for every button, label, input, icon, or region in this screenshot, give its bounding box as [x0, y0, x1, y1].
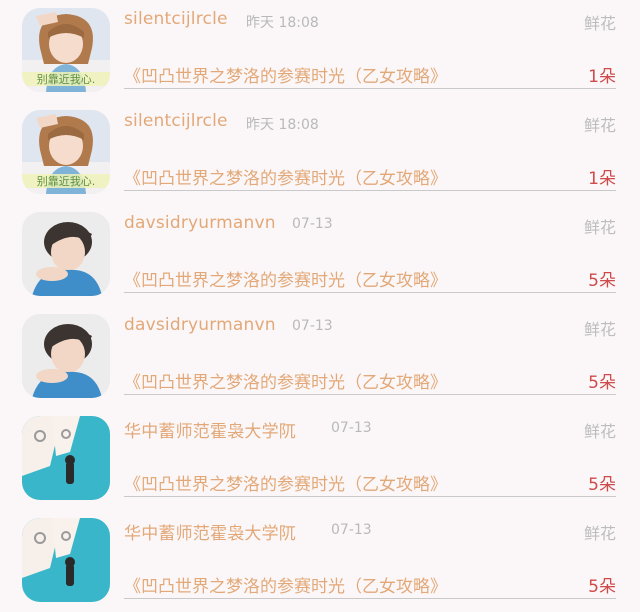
list-item[interactable]: davsidryurmanvn 07-13 鲜花 《凹凸世界之梦洛的参赛时光（乙… — [0, 204, 640, 306]
list-item[interactable]: davsidryurmanvn 07-13 鲜花 《凹凸世界之梦洛的参赛时光（乙… — [0, 306, 640, 408]
gift-count: 5朵 — [588, 271, 616, 291]
book-title-link[interactable]: 《凹凸世界之梦洛的参赛时光（乙女攻略》 — [124, 266, 447, 291]
gift-type-label: 鲜花 — [583, 524, 616, 543]
avatar-girl-image: 别靠近我心. — [22, 8, 110, 92]
timestamp: 07-13 — [331, 420, 372, 436]
username[interactable]: davsidryurmanvn — [124, 315, 276, 335]
divider — [124, 394, 616, 395]
list-item[interactable]: 别靠近我心. silentcijlrcle 昨天 18:08 鲜花 《凹凸世界之… — [0, 102, 640, 204]
timestamp: 昨天 18:08 — [246, 15, 319, 31]
divider — [124, 88, 616, 89]
avatar-hands-image — [22, 416, 110, 500]
username[interactable]: 华中蓄师范霍袅大学阢 — [124, 519, 296, 544]
timestamp: 07-13 — [292, 216, 333, 232]
avatar-sign-text: 别靠近我心. — [37, 72, 96, 86]
divider — [124, 598, 616, 599]
book-title-link[interactable]: 《凹凸世界之梦洛的参赛时光（乙女攻略》 — [124, 368, 447, 393]
gift-type-label: 鲜花 — [583, 14, 616, 33]
gift-count: 5朵 — [588, 577, 616, 597]
gift-count: 5朵 — [588, 373, 616, 393]
gift-type-label: 鲜花 — [583, 422, 616, 441]
divider — [124, 190, 616, 191]
username[interactable]: silentcijlrcle — [124, 111, 228, 131]
avatar[interactable] — [22, 212, 110, 296]
book-title-link[interactable]: 《凹凸世界之梦洛的参赛时光（乙女攻略》 — [124, 470, 447, 495]
gift-count: 5朵 — [588, 475, 616, 495]
username[interactable]: 华中蓄师范霍袅大学阢 — [124, 417, 296, 442]
avatar-boy-image — [22, 212, 110, 296]
list-item[interactable]: 别靠近我心. silentcijlrcle 昨天 18:08 鲜花 《凹凸世界之… — [0, 0, 640, 102]
list-item[interactable]: 华中蓄师范霍袅大学阢 07-13 鲜花 《凹凸世界之梦洛的参赛时光（乙女攻略》 … — [0, 510, 640, 612]
gift-count: 1朵 — [588, 67, 616, 87]
gift-count: 1朵 — [588, 169, 616, 189]
avatar-girl-image: 别靠近我心. — [22, 110, 110, 194]
divider — [124, 292, 616, 293]
gift-type-label: 鲜花 — [583, 116, 616, 135]
list-item[interactable]: 华中蓄师范霍袅大学阢 07-13 鲜花 《凹凸世界之梦洛的参赛时光（乙女攻略》 … — [0, 408, 640, 510]
avatar[interactable]: 别靠近我心. — [22, 110, 110, 194]
timestamp: 07-13 — [292, 318, 333, 334]
avatar-boy-image — [22, 314, 110, 398]
timestamp: 昨天 18:08 — [246, 117, 319, 133]
avatar[interactable] — [22, 416, 110, 500]
avatar[interactable] — [22, 314, 110, 398]
book-title-link[interactable]: 《凹凸世界之梦洛的参赛时光（乙女攻略》 — [124, 164, 447, 189]
gift-record-list: 别靠近我心. silentcijlrcle 昨天 18:08 鲜花 《凹凸世界之… — [0, 0, 640, 608]
avatar-hands-image — [22, 518, 110, 602]
avatar[interactable] — [22, 518, 110, 602]
avatar[interactable]: 别靠近我心. — [22, 8, 110, 92]
username[interactable]: davsidryurmanvn — [124, 213, 276, 233]
book-title-link[interactable]: 《凹凸世界之梦洛的参赛时光（乙女攻略》 — [124, 62, 447, 87]
username[interactable]: silentcijlrcle — [124, 9, 228, 29]
book-title-link[interactable]: 《凹凸世界之梦洛的参赛时光（乙女攻略》 — [124, 572, 447, 597]
avatar-sign-text: 别靠近我心. — [37, 174, 96, 188]
gift-type-label: 鲜花 — [583, 218, 616, 237]
gift-type-label: 鲜花 — [583, 320, 616, 339]
timestamp: 07-13 — [331, 522, 372, 538]
divider — [124, 496, 616, 497]
